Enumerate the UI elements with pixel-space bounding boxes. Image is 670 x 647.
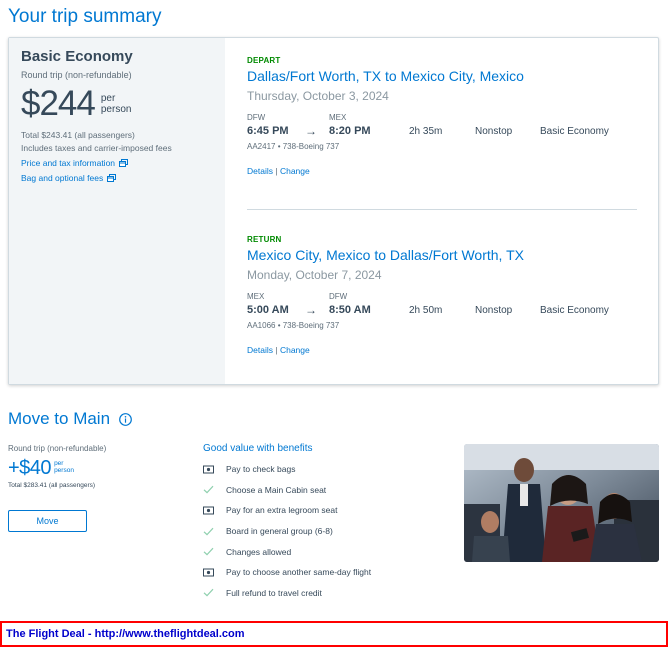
flight-duration: 2h 50m (409, 304, 443, 316)
segment-route: Dallas/Fort Worth, TX to Mexico City, Me… (247, 68, 524, 84)
segment-label: RETURN (247, 235, 282, 244)
checkmark-icon (203, 588, 226, 597)
dollar-bill-icon (203, 506, 226, 515)
checkmark-icon (203, 485, 226, 494)
segment-airport-codes: DFW MEX (247, 113, 639, 122)
flight-cabin: Basic Economy (540, 125, 609, 137)
flight-stops: Nonstop (475, 304, 513, 316)
fare-name: Basic Economy (21, 48, 133, 65)
flight-info: AA2417 • 738-Boeing 737 (247, 142, 340, 151)
price-tax-link[interactable]: Price and tax information (21, 158, 213, 168)
external-window-icon (119, 159, 129, 167)
segment-route: Mexico City, Mexico to Dallas/Fort Worth… (247, 247, 524, 263)
benefit-text: Changes allowed (226, 546, 292, 557)
benefits-section: Good value with benefits Pay to check ba… (203, 443, 453, 603)
depart-time: 6:45 PM (247, 125, 289, 137)
benefit-list: Pay to check bags Choose a Main Cabin sea… (203, 459, 453, 603)
details-link[interactable]: Details (247, 345, 273, 355)
upsell-title-text: Move to Main (8, 409, 111, 428)
benefit-text: Board in general group (6-8) (226, 526, 333, 537)
segment-links: Details | Change (247, 166, 639, 176)
segment-times: 6:45 PM → 8:20 PM 2h 35m Nonstop Basic E… (247, 124, 639, 138)
segment-label: DEPART (247, 56, 281, 65)
bag-fees-link[interactable]: Bag and optional fees (21, 173, 213, 183)
flight-stops: Nonstop (475, 125, 513, 137)
upsell-person-label: person (54, 467, 74, 474)
fare-per-person: per person (101, 93, 132, 115)
link-separator: | (275, 166, 278, 176)
arrow-right-icon: → (305, 124, 317, 138)
benefit-text: Pay to check bags (226, 464, 296, 475)
benefit-item: Board in general group (6-8) (203, 521, 453, 542)
external-window-icon (107, 174, 117, 182)
segment-links: Details | Change (247, 345, 639, 355)
price-tax-link-label: Price and tax information (21, 158, 116, 168)
benefit-item: Choose a Main Cabin seat (203, 480, 453, 501)
fare-panel: Basic Economy Round trip (non-refundable… (9, 38, 225, 384)
segment-date: Monday, October 7, 2024 (247, 268, 382, 282)
details-link[interactable]: Details (247, 166, 273, 176)
upsell-total: Total $283.41 (all passengers) (8, 482, 96, 489)
fare-trip-type: Round trip (non-refundable) (21, 70, 132, 80)
segment-depart: DEPART Dallas/Fort Worth, TX to Mexico C… (247, 56, 639, 176)
benefit-item: Full refund to travel credit (203, 583, 453, 604)
info-icon[interactable] (119, 412, 132, 426)
origin-code: MEX (247, 292, 265, 301)
upsell-price-row: +$40 per person (8, 457, 188, 479)
upsell-price: +$40 (8, 457, 52, 479)
benefits-title: Good value with benefits (203, 443, 313, 454)
footer-bar: The Flight Deal - http://www.theflightde… (0, 621, 668, 647)
checkmark-icon (203, 527, 226, 536)
origin-code: DFW (247, 113, 266, 122)
flight-info: AA1066 • 738-Boeing 737 (247, 321, 340, 330)
dollar-bill-icon (203, 568, 226, 577)
benefit-text: Full refund to travel credit (226, 587, 322, 598)
fare-fees-note: Includes taxes and carrier-imposed fees (21, 143, 172, 153)
fare-price-row: $244 per person (21, 86, 213, 122)
segment-times: 5:00 AM → 8:50 AM 2h 50m Nonstop Basic E… (247, 303, 639, 317)
destination-code: DFW (329, 292, 348, 301)
benefit-text: Pay to choose another same-day flight (226, 567, 372, 578)
segment-divider (247, 209, 637, 210)
cabin-passengers-photo (464, 444, 659, 562)
bag-fees-link-label: Bag and optional fees (21, 173, 104, 183)
benefit-item: Pay to check bags (203, 459, 453, 480)
page-title: Your trip summary (8, 6, 162, 27)
benefit-text: Pay for an extra legroom seat (226, 505, 338, 516)
flight-duration: 2h 35m (409, 125, 443, 137)
upsell-per-person: per person (54, 460, 74, 474)
trip-summary-card: Basic Economy Round trip (non-refundable… (8, 37, 659, 385)
segment-return: RETURN Mexico City, Mexico to Dallas/For… (247, 235, 639, 355)
segment-date: Thursday, October 3, 2024 (247, 89, 389, 103)
destination-code: MEX (329, 113, 347, 122)
checkmark-icon (203, 547, 226, 556)
segment-airport-codes: MEX DFW (247, 292, 639, 301)
benefit-item: Pay to choose another same-day flight (203, 562, 453, 583)
change-link[interactable]: Change (280, 166, 310, 176)
benefit-text: Choose a Main Cabin seat (226, 484, 327, 495)
upsell-trip-type: Round trip (non-refundable) (8, 444, 107, 453)
link-separator: | (275, 345, 278, 355)
move-button[interactable]: Move (8, 510, 87, 532)
upsell-photo (464, 444, 659, 562)
depart-time: 5:00 AM (247, 304, 289, 316)
fare-price: $244 (21, 84, 96, 123)
benefit-item: Pay for an extra legroom seat (203, 500, 453, 521)
fare-person-label: person (100, 104, 132, 115)
dollar-bill-icon (203, 465, 226, 474)
benefit-item: Changes allowed (203, 541, 453, 562)
flight-cabin: Basic Economy (540, 304, 609, 316)
arrive-time: 8:50 AM (329, 304, 371, 316)
arrow-right-icon: → (305, 303, 317, 317)
arrive-time: 8:20 PM (329, 125, 371, 137)
fare-per-label: per (100, 93, 116, 104)
fare-total: Total $243.41 (all passengers) (21, 130, 135, 140)
footer-link[interactable]: The Flight Deal - http://www.theflightde… (6, 628, 245, 640)
upsell-title: Move to Main (8, 409, 132, 429)
upsell-per-label: per (54, 460, 64, 467)
change-link[interactable]: Change (280, 345, 310, 355)
upsell-pricing: Round trip (non-refundable) +$40 per per… (8, 444, 188, 532)
